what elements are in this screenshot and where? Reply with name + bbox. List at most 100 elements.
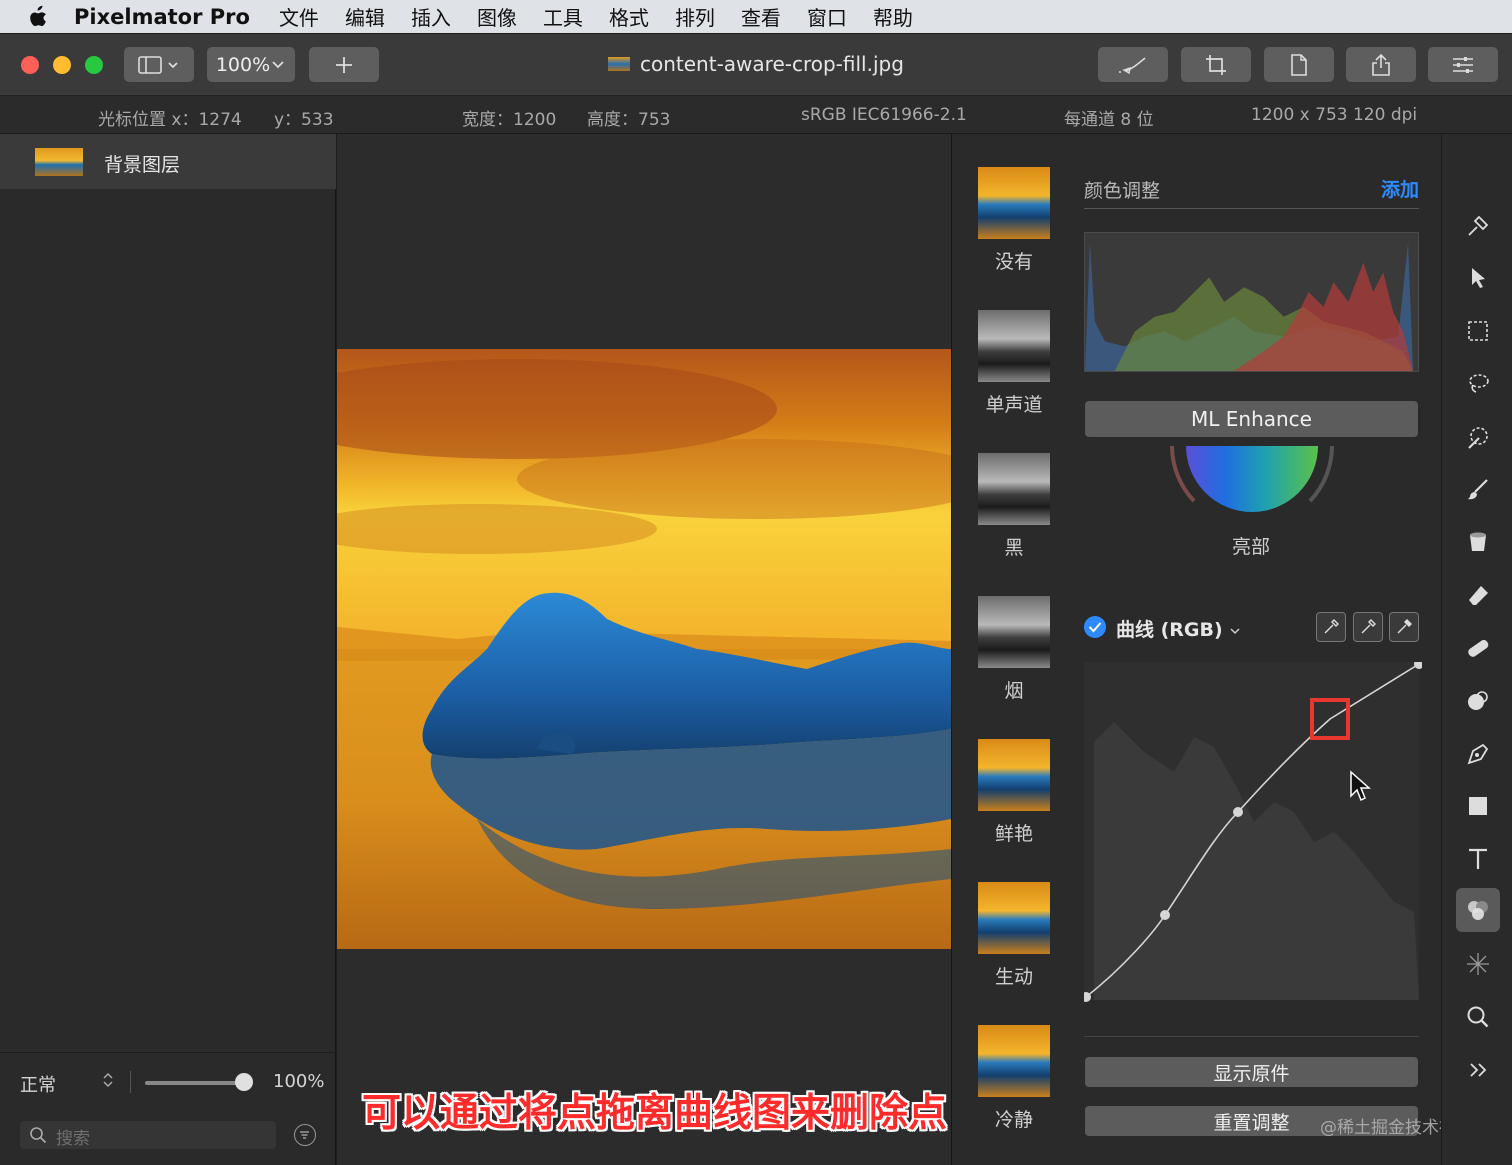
divider bbox=[0, 1052, 336, 1053]
gray-point-picker[interactable] bbox=[1353, 612, 1383, 642]
menu-edit[interactable]: 编辑 bbox=[345, 2, 385, 31]
brush-stroke-icon bbox=[1119, 56, 1146, 74]
plus-icon bbox=[336, 56, 352, 73]
format-button[interactable] bbox=[1264, 47, 1334, 82]
add-adjustment-button[interactable]: 添加 bbox=[1381, 175, 1419, 202]
menu-file[interactable]: 文件 bbox=[279, 2, 319, 31]
color-adjust-icon[interactable] bbox=[1456, 888, 1500, 932]
lasso-icon[interactable] bbox=[1456, 362, 1500, 406]
preset-calm[interactable]: 冷静 bbox=[978, 1025, 1050, 1132]
arrow-select-icon[interactable] bbox=[1456, 256, 1500, 300]
preset-thumbnail bbox=[978, 596, 1050, 668]
curves-enabled-checkbox[interactable] bbox=[1084, 616, 1106, 638]
preset-lively[interactable]: 生动 bbox=[978, 882, 1050, 989]
menu-window[interactable]: 窗口 bbox=[807, 2, 847, 31]
pen-icon[interactable] bbox=[1456, 732, 1500, 776]
zoom-value: 100% bbox=[215, 53, 271, 76]
share-icon bbox=[1372, 53, 1390, 76]
presets-column: 没有 单声道 黑 烟 鲜艳 生动 冷静 bbox=[951, 134, 1071, 1165]
magic-wand-icon[interactable] bbox=[1456, 415, 1500, 459]
preset-none[interactable]: 没有 bbox=[978, 167, 1050, 274]
shape-icon[interactable] bbox=[1456, 784, 1500, 828]
filter-icon[interactable] bbox=[294, 1124, 316, 1146]
menu-bar: Pixelmator Pro 文件 编辑 插入 图像 工具 格式 排列 查看 窗… bbox=[0, 0, 1512, 33]
layer-row[interactable]: 背景图层 bbox=[0, 134, 336, 189]
paint-brush-icon[interactable] bbox=[1456, 468, 1500, 512]
close-window-button[interactable] bbox=[21, 56, 39, 74]
opacity-value: 100% bbox=[273, 1071, 325, 1092]
show-original-button[interactable]: 显示原件 bbox=[1085, 1057, 1418, 1087]
menu-arrange[interactable]: 排列 bbox=[675, 2, 715, 31]
eyedropper-icon bbox=[1397, 619, 1412, 634]
divider bbox=[130, 1071, 131, 1093]
chevron-down-icon bbox=[1230, 628, 1240, 635]
canvas-area[interactable] bbox=[337, 134, 951, 1165]
text-icon[interactable] bbox=[1456, 837, 1500, 881]
preset-label: 冷静 bbox=[994, 1109, 1033, 1131]
layer-name: 背景图层 bbox=[104, 154, 181, 176]
sidebar-toggle-button[interactable] bbox=[124, 47, 194, 82]
app-name-menu[interactable]: Pixelmator Pro bbox=[74, 5, 250, 29]
preset-smoke[interactable]: 烟 bbox=[978, 596, 1050, 703]
white-point-picker[interactable] bbox=[1389, 612, 1419, 642]
zoom-window-button[interactable] bbox=[85, 56, 103, 74]
minimize-window-button[interactable] bbox=[53, 56, 71, 74]
effects-icon[interactable] bbox=[1456, 942, 1500, 986]
search-icon bbox=[30, 1127, 47, 1144]
mouse-cursor-icon bbox=[1350, 770, 1371, 802]
sliders-icon bbox=[1453, 56, 1473, 73]
menu-image[interactable]: 图像 bbox=[477, 2, 517, 31]
preset-vivid[interactable]: 鲜艳 bbox=[978, 739, 1050, 846]
curve-point[interactable] bbox=[1233, 807, 1243, 817]
opacity-slider-knob[interactable] bbox=[235, 1073, 253, 1091]
color-profile-readout: sRGB IEC61966-2.1 bbox=[801, 105, 967, 125]
menu-format[interactable]: 格式 bbox=[609, 2, 649, 31]
curves-graph[interactable] bbox=[1084, 662, 1422, 1004]
layer-thumbnail bbox=[35, 148, 83, 176]
apple-menu-icon[interactable] bbox=[0, 5, 74, 29]
menu-tools[interactable]: 工具 bbox=[543, 2, 583, 31]
canvas-image[interactable] bbox=[337, 349, 951, 949]
dimensions-readout: 1200 x 753 120 dpi bbox=[1251, 105, 1418, 125]
blend-mode-select[interactable]: 正常 bbox=[20, 1071, 56, 1097]
menu-help[interactable]: 帮助 bbox=[873, 2, 913, 31]
repair-icon[interactable] bbox=[1456, 204, 1500, 248]
preset-label: 单声道 bbox=[985, 394, 1043, 416]
preset-label: 鲜艳 bbox=[994, 823, 1033, 845]
ml-brush-button[interactable] bbox=[1098, 47, 1168, 82]
black-point-picker[interactable] bbox=[1316, 612, 1346, 642]
crop-button[interactable] bbox=[1181, 47, 1251, 82]
curves-channel-dropdown[interactable]: 曲线 (RGB) bbox=[1116, 615, 1241, 642]
opacity-slider[interactable] bbox=[145, 1081, 245, 1085]
curve-point[interactable] bbox=[1160, 910, 1170, 920]
menu-insert[interactable]: 插入 bbox=[411, 2, 451, 31]
preset-black[interactable]: 黑 bbox=[978, 453, 1050, 560]
share-button[interactable] bbox=[1346, 47, 1416, 82]
document-title[interactable]: content-aware-crop-fill.jpg bbox=[640, 52, 904, 76]
zoom-dropdown[interactable]: 100% bbox=[207, 47, 295, 82]
add-button[interactable] bbox=[309, 47, 379, 82]
paint-bucket-icon[interactable] bbox=[1456, 520, 1500, 564]
rect-select-icon[interactable] bbox=[1456, 309, 1500, 353]
clone-icon[interactable] bbox=[1456, 679, 1500, 723]
up-down-chevron-icon[interactable] bbox=[102, 1071, 114, 1093]
preset-thumbnail bbox=[978, 882, 1050, 954]
eraser-icon[interactable] bbox=[1456, 573, 1500, 617]
more-icon[interactable] bbox=[1456, 1048, 1500, 1092]
color-adjustments-panel: 颜色调整 添加 ML Enhance 亮部 曲线 (RGB) 显示原件 重置调整 bbox=[1071, 134, 1441, 1165]
document-title-area: content-aware-crop-fill.jpg bbox=[608, 52, 904, 76]
layer-search-input[interactable]: 搜索 bbox=[20, 1121, 276, 1149]
ml-enhance-button[interactable]: ML Enhance bbox=[1085, 401, 1418, 437]
adjustments-toggle-button[interactable] bbox=[1428, 47, 1498, 82]
preset-label: 烟 bbox=[1004, 680, 1024, 702]
histogram bbox=[1084, 232, 1419, 372]
menu-view[interactable]: 查看 bbox=[741, 2, 781, 31]
image-info-bar: 光标位置 x：1274 y：533 宽度：1200 高度：753 sRGB IE… bbox=[0, 96, 1512, 134]
preset-label: 生动 bbox=[994, 966, 1033, 988]
sidebar-icon bbox=[138, 55, 178, 74]
color-wheel[interactable] bbox=[1164, 446, 1339, 526]
preset-mono[interactable]: 单声道 bbox=[978, 310, 1050, 417]
bandage-icon[interactable] bbox=[1456, 626, 1500, 670]
image-width-readout: 宽度：1200 bbox=[462, 110, 557, 130]
zoom-icon[interactable] bbox=[1456, 995, 1500, 1039]
